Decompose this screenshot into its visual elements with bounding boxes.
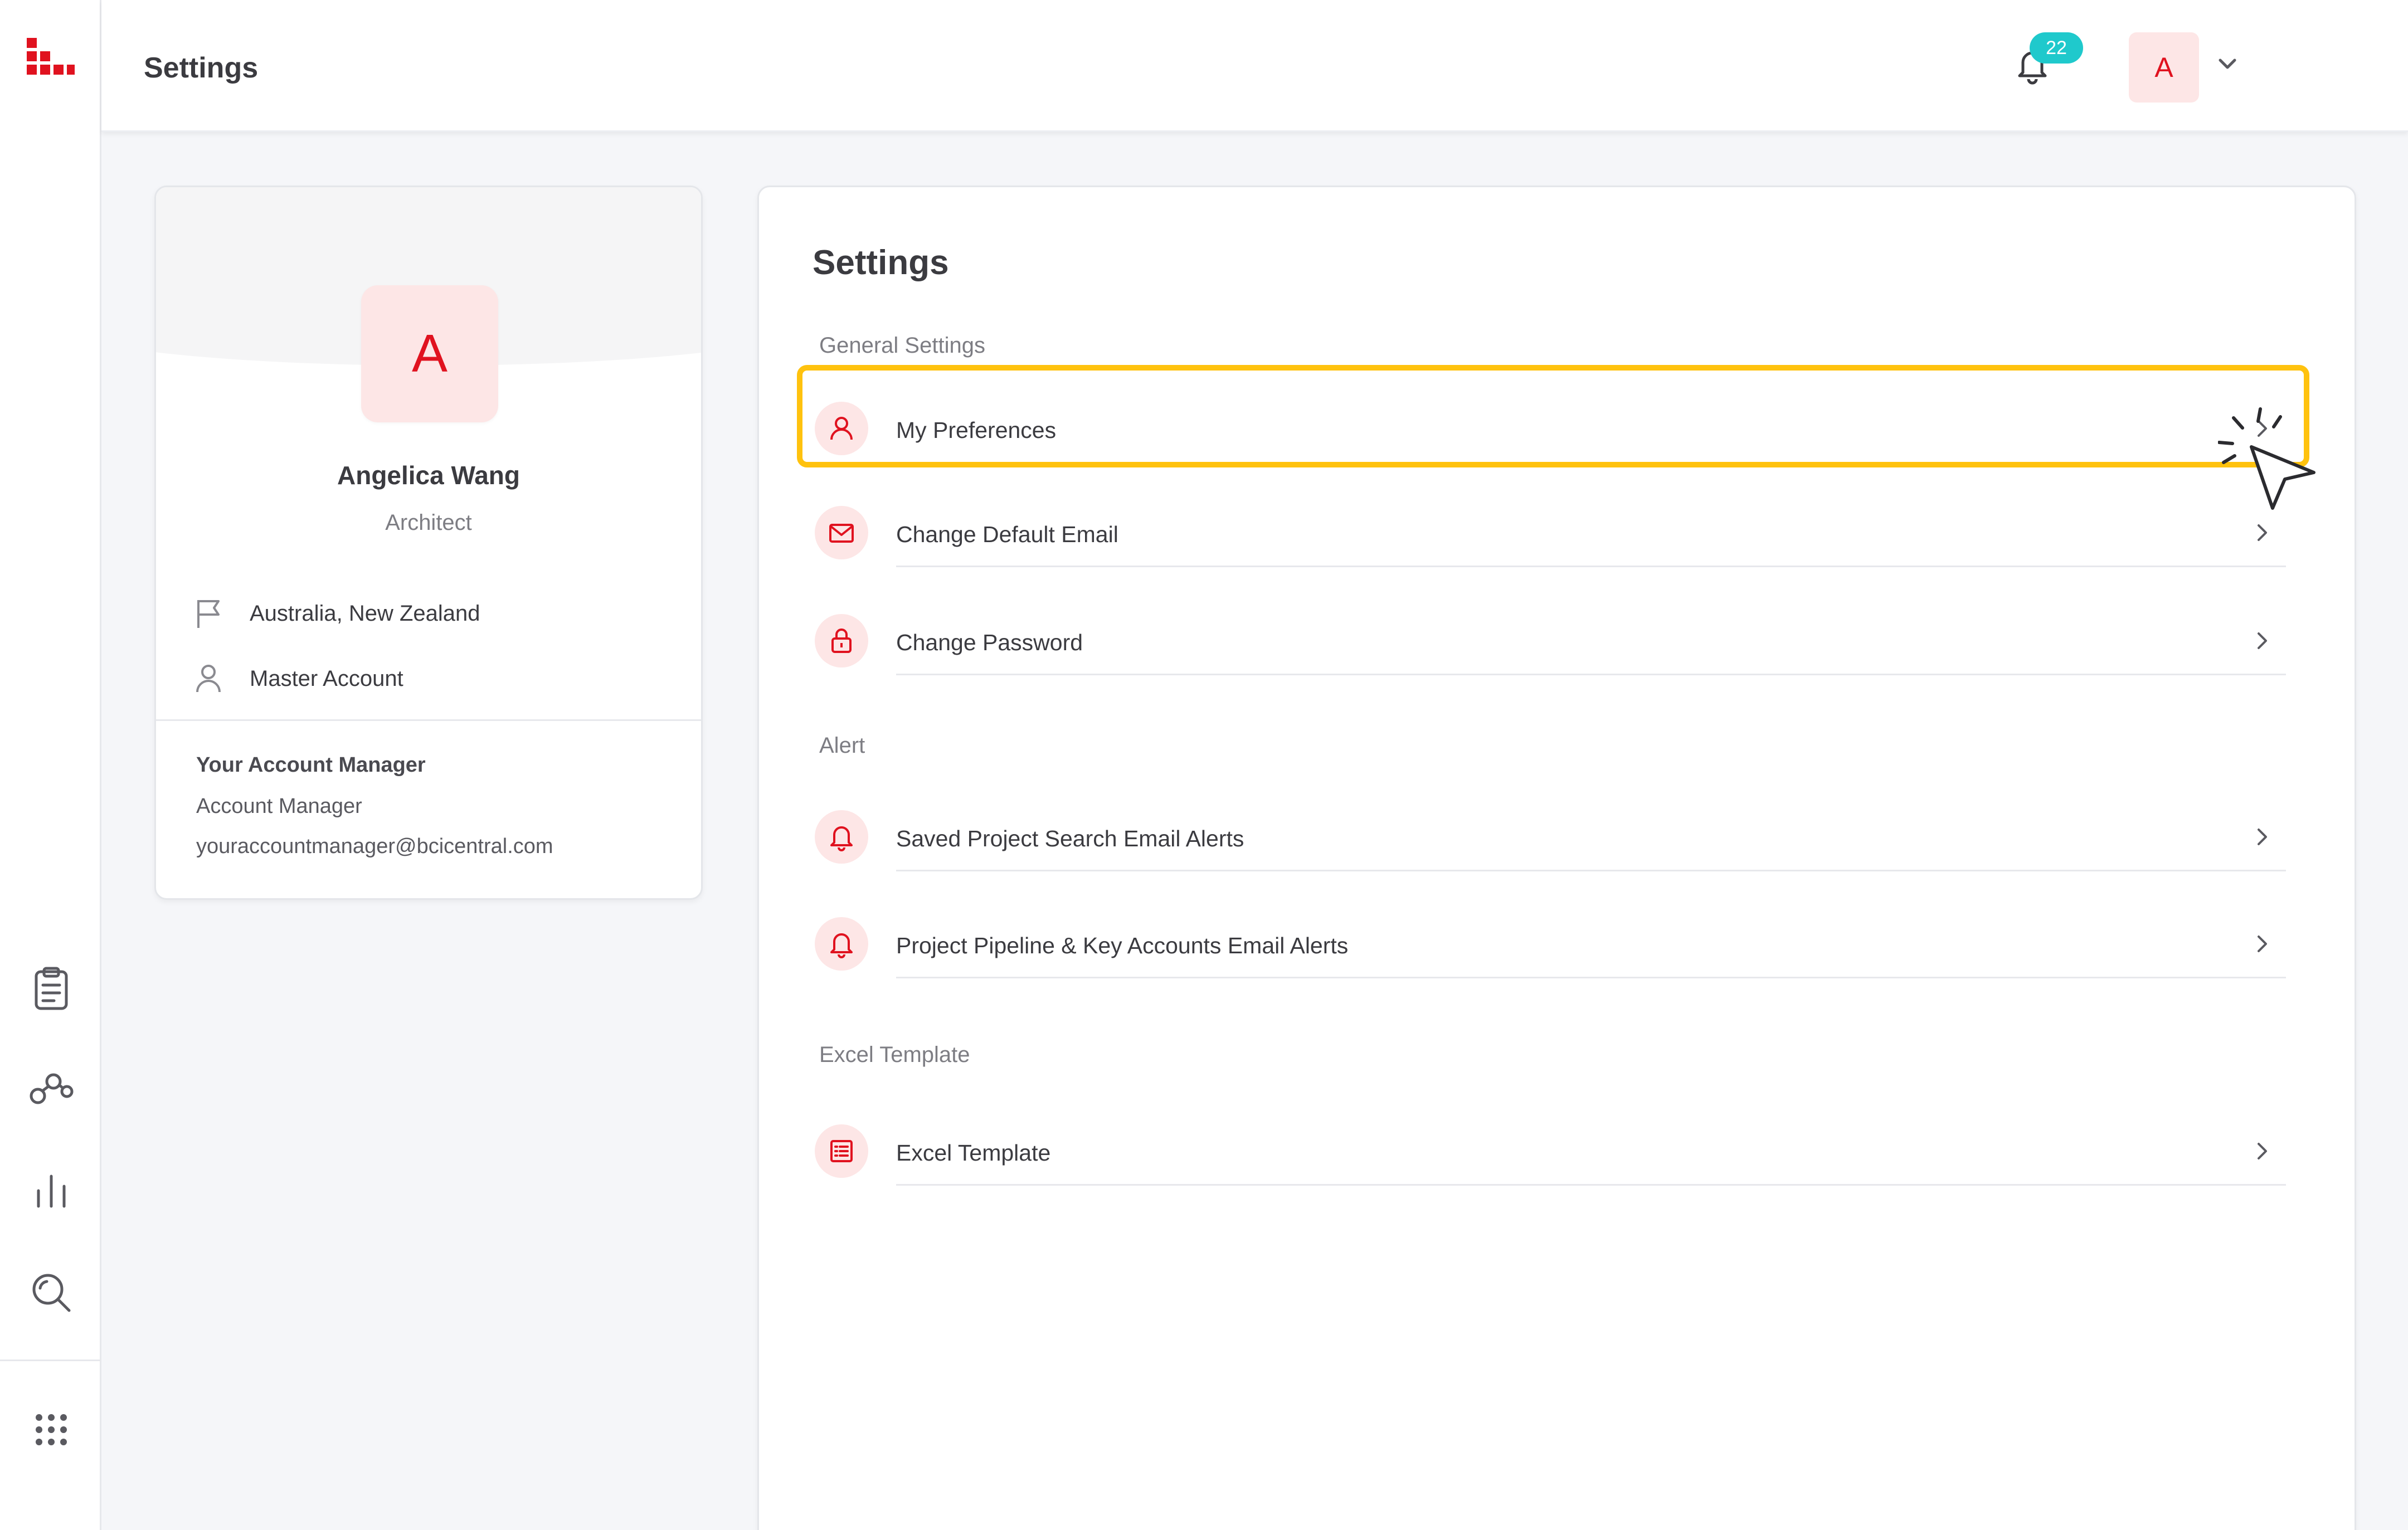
bell-icon — [815, 810, 868, 864]
account-manager-email[interactable]: youraccountmanager@bcicentral.com — [196, 835, 553, 859]
brand-logo-icon[interactable] — [22, 33, 78, 89]
clipboard-icon[interactable] — [28, 965, 75, 1012]
settings-item-label: Change Default Email — [896, 522, 1118, 547]
network-icon[interactable] — [28, 1065, 75, 1112]
bar-chart-icon[interactable] — [28, 1168, 75, 1215]
settings-item-excel-template[interactable]: Excel Template — [815, 1108, 2286, 1186]
section-label-general: General Settings — [819, 333, 985, 358]
user-avatar[interactable]: A — [2129, 32, 2199, 103]
chevron-right-icon — [2250, 628, 2275, 653]
mail-icon — [815, 506, 868, 559]
row-divider — [896, 1184, 2286, 1186]
account-manager-name: Account Manager — [196, 795, 362, 818]
bell-icon — [815, 917, 868, 971]
sidebar-divider — [0, 1360, 101, 1361]
list-icon — [815, 1124, 868, 1178]
row-divider — [896, 566, 2286, 567]
settings-item-label: Excel Template — [896, 1140, 1051, 1166]
lock-icon — [815, 614, 868, 667]
account-manager-heading: Your Account Manager — [196, 753, 426, 777]
row-divider — [896, 870, 2286, 871]
profile-role: Architect — [385, 510, 472, 535]
page-title: Settings — [144, 52, 259, 84]
section-label-excel: Excel Template — [819, 1042, 970, 1067]
top-bar: Settings — [101, 0, 2408, 132]
profile-avatar: A — [361, 285, 498, 422]
account-type-text: Master Account — [250, 666, 403, 691]
notification-count-badge: 22 — [2030, 32, 2083, 64]
settings-item-label: Project Pipeline & Key Accounts Email Al… — [896, 933, 1349, 958]
search-icon[interactable] — [28, 1269, 75, 1316]
pointer-cursor-icon — [2217, 407, 2329, 518]
settings-item-label: Change Password — [896, 630, 1083, 655]
settings-item-change-password[interactable]: Change Password — [815, 597, 2286, 675]
chevron-right-icon — [2250, 825, 2275, 849]
profile-name: Angelica Wang — [337, 461, 520, 490]
settings-item-saved-search-alerts[interactable]: Saved Project Search Email Alerts — [815, 793, 2286, 871]
person-icon — [192, 662, 225, 695]
flag-icon — [192, 597, 225, 630]
row-divider — [896, 674, 2286, 675]
profile-card: A Angelica Wang Architect Australia, New… — [154, 186, 703, 900]
sidebar — [0, 0, 101, 1530]
section-label-alert: Alert — [819, 733, 865, 758]
region-text: Australia, New Zealand — [250, 601, 480, 626]
settings-title: Settings — [813, 243, 949, 282]
chevron-right-icon — [2250, 932, 2275, 956]
highlight-box — [797, 365, 2309, 467]
row-divider — [896, 977, 2286, 978]
account-type-row: Master Account — [192, 662, 403, 695]
chevron-right-icon — [2250, 520, 2275, 545]
chevron-right-icon — [2250, 1139, 2275, 1163]
settings-item-pipeline-alerts[interactable]: Project Pipeline & Key Accounts Email Al… — [815, 900, 2286, 978]
settings-item-label: Saved Project Search Email Alerts — [896, 826, 1244, 851]
chevron-down-icon[interactable] — [2214, 50, 2241, 78]
apps-grid-icon[interactable] — [28, 1406, 75, 1453]
settings-item-change-default-email[interactable]: Change Default Email — [815, 489, 2286, 567]
region-row: Australia, New Zealand — [192, 597, 480, 630]
card-divider — [156, 719, 701, 721]
